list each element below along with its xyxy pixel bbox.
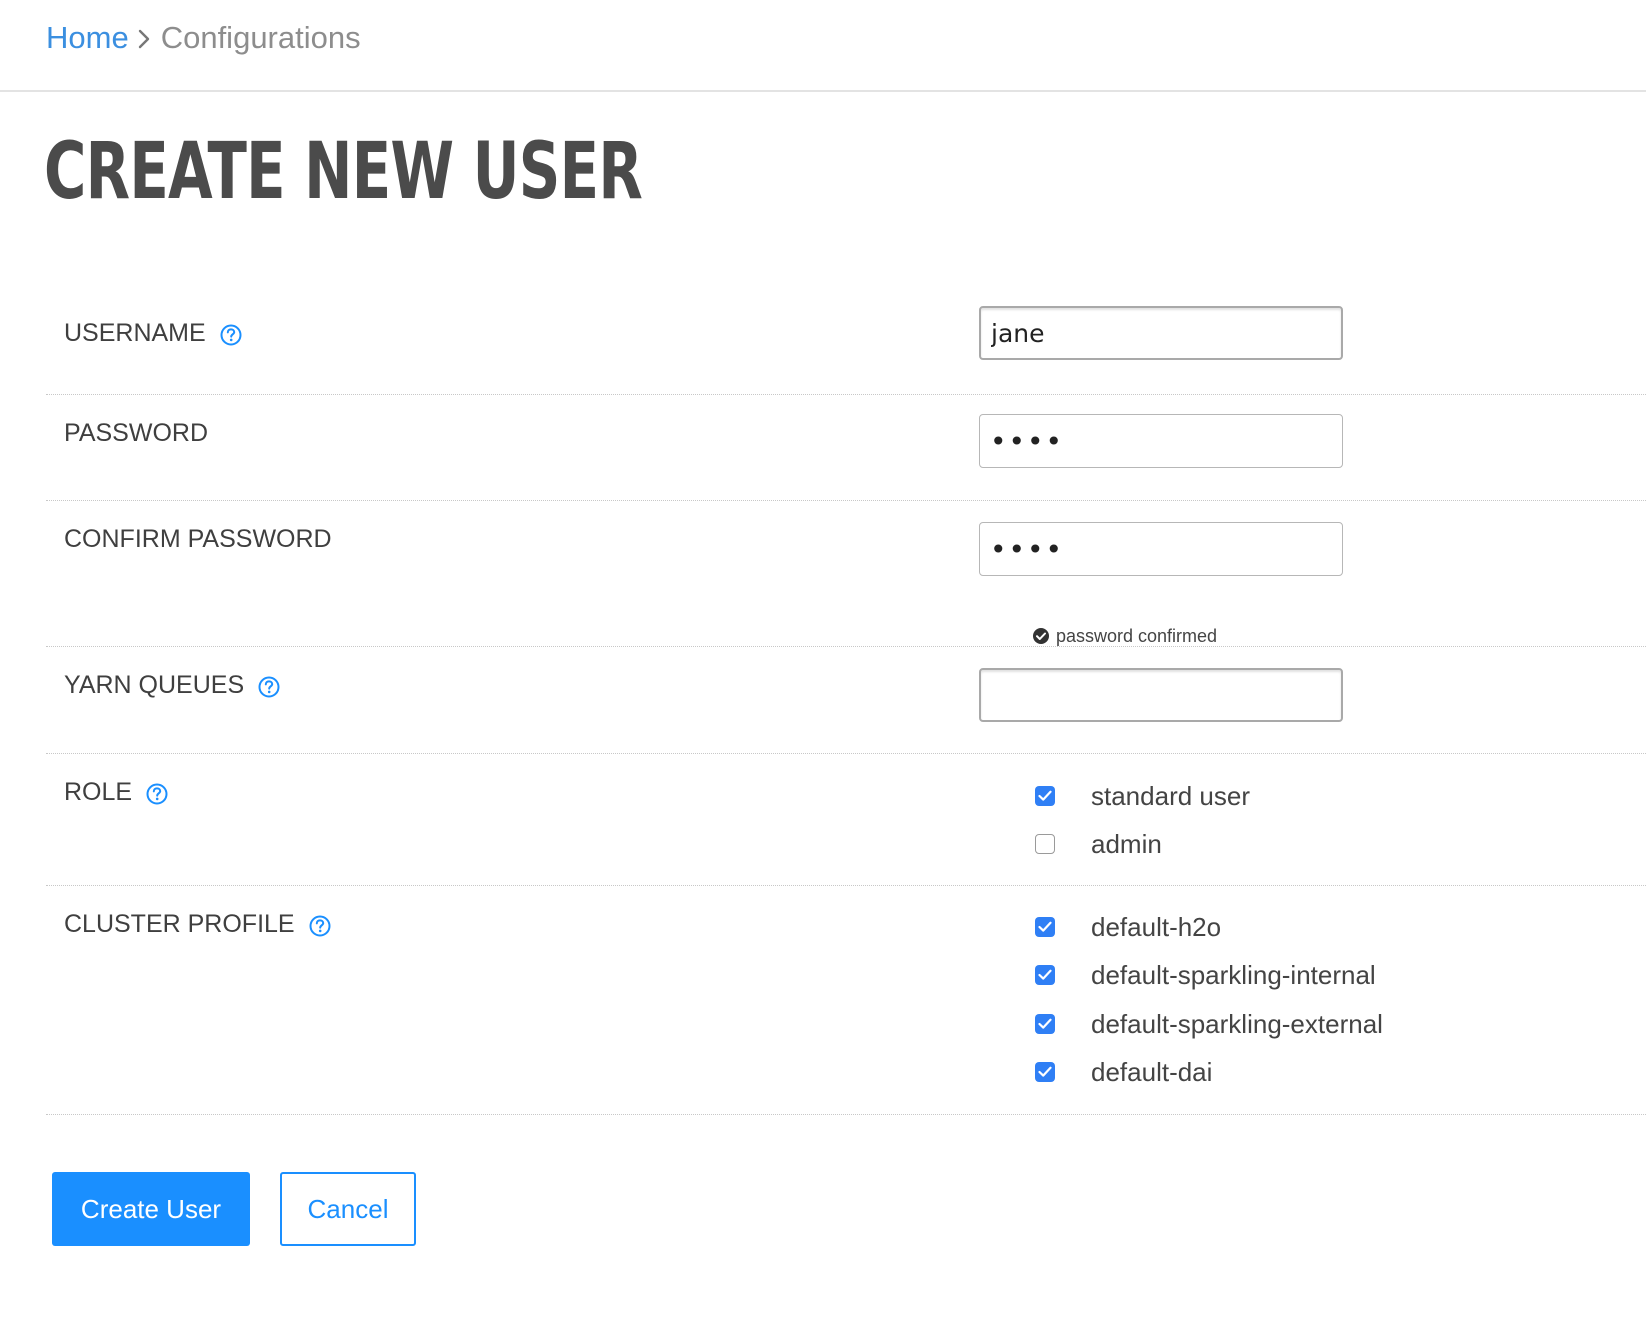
breadcrumb-current: Configurations xyxy=(160,20,361,55)
role-option-admin[interactable]: admin xyxy=(1035,827,1162,861)
password-confirmed-text: password confirmed xyxy=(1056,626,1218,646)
yarn-queues-label: YARN QUEUES xyxy=(64,671,245,699)
username-input[interactable] xyxy=(979,306,1343,360)
cluster-profile-option-label: default-sparkling-external xyxy=(1091,1009,1383,1039)
cancel-button[interactable]: Cancel xyxy=(280,1172,416,1246)
username-label-group: USERNAME xyxy=(64,317,242,349)
cluster-profile-option[interactable]: default-h2o xyxy=(1035,910,1221,944)
cluster-profile-option[interactable]: default-sparkling-external xyxy=(1035,1007,1383,1041)
breadcrumb-home-link[interactable]: Home xyxy=(46,18,129,58)
username-label: USERNAME xyxy=(64,319,206,347)
cluster-profile-option[interactable]: default-sparkling-internal xyxy=(1035,958,1376,992)
check-circle-icon xyxy=(1033,628,1049,644)
password-input[interactable] xyxy=(979,414,1343,468)
page-title: CREATE NEW USER xyxy=(44,127,643,217)
question-circle-icon[interactable] xyxy=(309,913,331,937)
checkbox-checked[interactable] xyxy=(1035,786,1055,806)
checkbox-checked[interactable] xyxy=(1035,917,1055,937)
cluster-profile-option-label: default-sparkling-internal xyxy=(1091,960,1376,990)
role-option-label: standard user xyxy=(1091,781,1250,811)
create-user-button[interactable]: Create User xyxy=(52,1172,250,1246)
checkbox-checked[interactable] xyxy=(1035,1062,1055,1082)
yarn-queues-input[interactable] xyxy=(979,668,1343,722)
confirm-password-label: CONFIRM PASSWORD xyxy=(64,525,332,553)
cluster-profile-option[interactable]: default-dai xyxy=(1035,1055,1212,1089)
confirm-password-row: CONFIRM PASSWORD xyxy=(46,501,1646,647)
password-row: PASSWORD xyxy=(46,395,1646,501)
role-option-label: admin xyxy=(1091,829,1162,859)
role-row: ROLE xyxy=(46,754,1646,886)
password-label: PASSWORD xyxy=(64,419,208,447)
yarn-queues-row: YARN QUEUES xyxy=(46,647,1646,754)
password-confirmed-status: password confirmed xyxy=(1032,624,1217,648)
username-row: USERNAME xyxy=(46,300,1646,395)
cluster-profile-label: CLUSTER PROFILE xyxy=(64,910,295,938)
question-circle-icon[interactable] xyxy=(220,322,242,346)
checkbox-checked[interactable] xyxy=(1035,1014,1055,1034)
confirm-password-input[interactable] xyxy=(979,522,1343,576)
chevron-right-icon xyxy=(129,18,161,58)
checkbox-checked[interactable] xyxy=(1035,965,1055,985)
cluster-profile-option-label: default-dai xyxy=(1091,1057,1213,1087)
cluster-profile-row: CLUSTER PROFILE xyxy=(46,886,1646,1115)
cluster-profile-option-label: default-h2o xyxy=(1091,912,1222,942)
role-label: ROLE xyxy=(64,778,133,806)
top-bar: Home Configurations xyxy=(0,0,1646,92)
breadcrumb: Home Configurations xyxy=(46,18,361,58)
role-option-standard-user[interactable]: standard user xyxy=(1035,779,1250,813)
checkbox-unchecked[interactable] xyxy=(1035,834,1055,854)
question-circle-icon[interactable] xyxy=(258,674,280,698)
question-circle-icon[interactable] xyxy=(146,781,168,805)
